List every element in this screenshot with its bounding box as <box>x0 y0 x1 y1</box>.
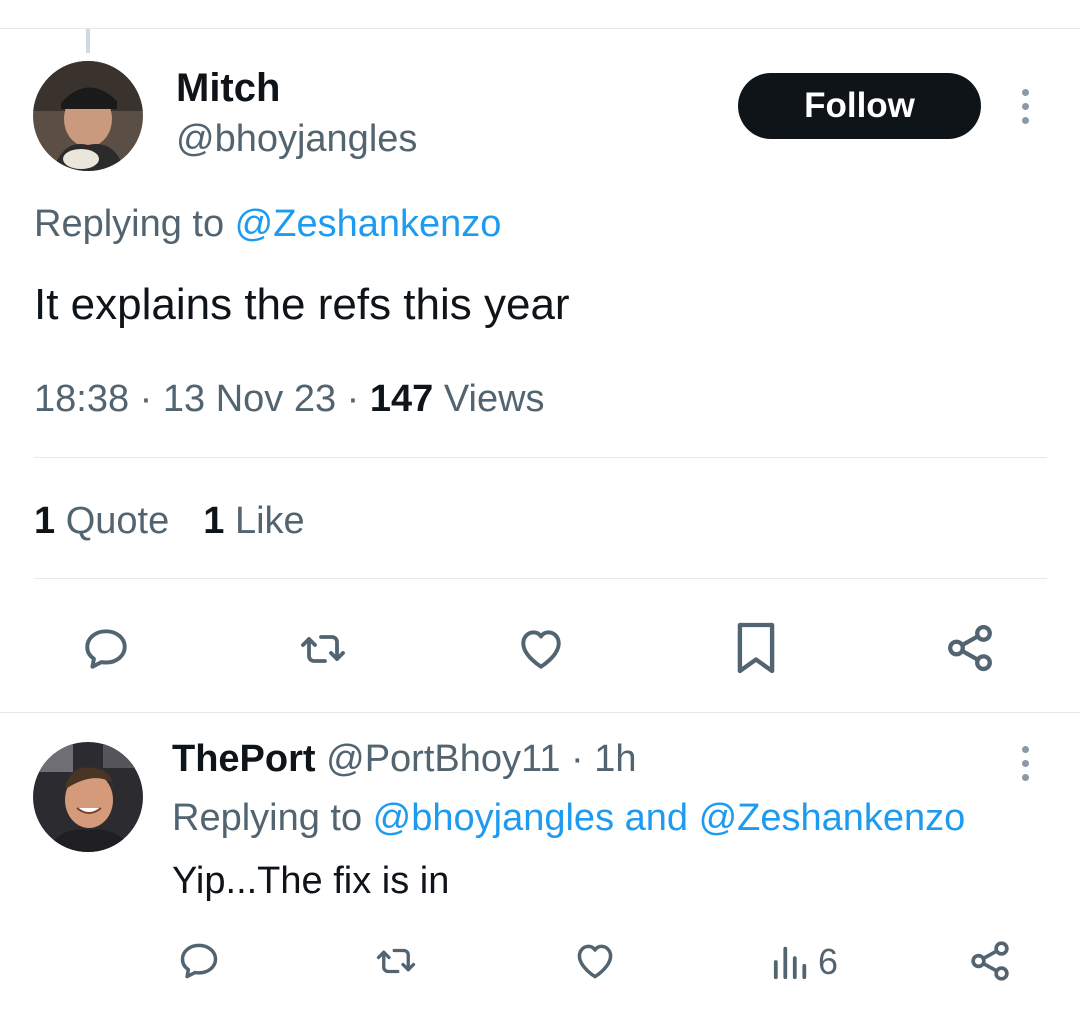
replying-to-links[interactable]: @bhoyjangles and @Zeshankenzo <box>373 797 966 839</box>
views-icon <box>773 946 807 980</box>
tweet-meta: 18:38 · 13 Nov 23 · 147 Views <box>34 378 545 421</box>
author-handle[interactable]: @bhoyjangles <box>176 118 417 161</box>
avatar[interactable] <box>33 61 143 171</box>
divider <box>34 578 1047 579</box>
reply-header: ThePort @PortBhoy11 · 1h <box>172 738 637 781</box>
reply-views-count: 6 <box>818 941 839 982</box>
reply-icon <box>85 629 127 669</box>
reply-like-button[interactable] <box>570 937 620 985</box>
reply-author-handle[interactable]: @PortBhoy11 <box>326 738 560 780</box>
bookmark-button[interactable] <box>730 618 782 678</box>
likes-count: 1 <box>203 500 225 542</box>
reply-replying-to: Replying to @bhoyjangles and @Zeshankenz… <box>172 797 965 840</box>
reply-retweet-button[interactable] <box>369 937 423 985</box>
replying-to-link[interactable]: @Zeshankenzo <box>235 203 502 245</box>
author-name[interactable]: Mitch <box>176 66 280 111</box>
follow-button[interactable]: Follow <box>738 73 981 139</box>
meta-dot: · <box>560 738 595 780</box>
engagement-stats: 1 Quote 1 Like <box>34 500 305 543</box>
quotes-count: 1 <box>34 500 56 542</box>
reply-more-options-icon[interactable] <box>1005 738 1045 788</box>
tweet-date[interactable]: 13 Nov 23 <box>163 378 336 420</box>
reply-views-button[interactable]: 6 <box>772 937 838 987</box>
replying-to-prefix: Replying to <box>172 797 373 839</box>
views-count: 147 <box>369 378 434 420</box>
share-button[interactable] <box>942 620 998 676</box>
share-icon <box>971 941 1009 981</box>
reply-text: Yip...The fix is in <box>172 860 450 902</box>
tweet-time[interactable]: 18:38 <box>34 378 129 420</box>
bookmark-icon <box>737 622 775 674</box>
more-options-icon[interactable] <box>1005 81 1045 131</box>
reply-time[interactable]: 1h <box>594 738 636 780</box>
retweet-icon <box>376 948 416 974</box>
reply-avatar[interactable] <box>33 742 143 852</box>
reply-share-button[interactable] <box>965 936 1015 986</box>
replying-to: Replying to @Zeshankenzo <box>34 203 501 246</box>
reply-author-name[interactable]: ThePort <box>172 738 316 780</box>
like-icon <box>521 630 561 669</box>
tweet-text: It explains the refs this year <box>34 280 570 329</box>
likes-label: Like <box>234 500 305 542</box>
likes-stat[interactable]: 1 Like <box>203 500 304 543</box>
reply-reply-button[interactable] <box>174 937 224 985</box>
replying-to-prefix: Replying to <box>34 203 235 245</box>
tweet-separator <box>0 712 1080 713</box>
divider <box>34 457 1047 458</box>
share-icon <box>948 624 992 672</box>
top-divider <box>0 28 1080 29</box>
retweet-button[interactable] <box>292 622 354 676</box>
retweet-icon <box>301 635 345 663</box>
like-button[interactable] <box>512 622 570 676</box>
views-label: Views <box>443 378 545 420</box>
thread-connector-line <box>86 29 90 53</box>
reply-button[interactable] <box>77 622 135 676</box>
quotes-stat[interactable]: 1 Quote <box>34 500 169 543</box>
reply-icon <box>180 943 218 979</box>
meta-dot: · <box>129 378 163 420</box>
like-icon <box>577 944 613 979</box>
avatar-photo-icon <box>33 61 143 171</box>
reply-avatar-photo-icon <box>33 742 143 852</box>
meta-dot: · <box>336 378 370 420</box>
quotes-label: Quote <box>65 500 170 542</box>
